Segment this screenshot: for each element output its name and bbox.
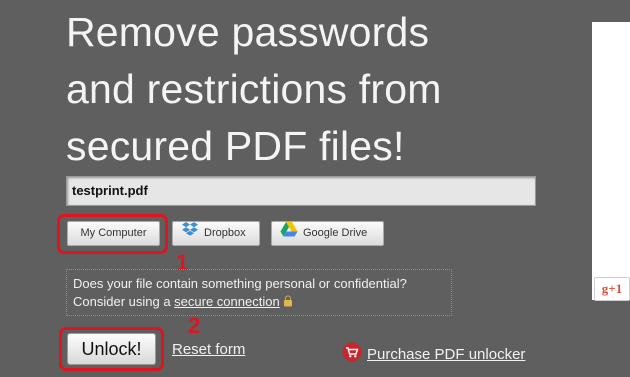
confidential-notice: Does your file contain something persona… xyxy=(66,269,452,316)
dropbox-button[interactable]: Dropbox xyxy=(172,221,260,246)
notice-line-1: Does your file contain something persona… xyxy=(73,276,407,291)
notice-prefix: Consider using a xyxy=(73,294,175,309)
secure-connection-link[interactable]: secure connection xyxy=(174,294,280,309)
google-drive-label: Google Drive xyxy=(303,227,368,239)
step-number-2: 2 xyxy=(188,313,201,338)
page-headline: Remove passwords and restrictions from s… xyxy=(66,9,442,169)
notice-line-2: Consider using a secure connection xyxy=(73,293,445,311)
shopping-cart-icon xyxy=(342,342,362,366)
highlight-ring-my-computer xyxy=(57,214,168,254)
google-drive-icon xyxy=(280,221,298,246)
google-plus-button[interactable]: g+1 xyxy=(594,277,630,301)
purchase-link[interactable]: Purchase PDF unlocker xyxy=(342,342,525,366)
highlight-ring-unlock xyxy=(59,327,164,371)
dropbox-icon xyxy=(181,221,199,246)
selected-file-field[interactable]: testprint.pdf xyxy=(66,176,536,206)
purchase-label: Purchase PDF unlocker xyxy=(367,345,526,363)
dropbox-label: Dropbox xyxy=(204,227,246,239)
side-panel xyxy=(592,22,630,300)
google-drive-button[interactable]: Google Drive xyxy=(271,221,384,246)
reset-form-link[interactable]: Reset form xyxy=(172,341,245,358)
lock-icon xyxy=(283,294,293,309)
